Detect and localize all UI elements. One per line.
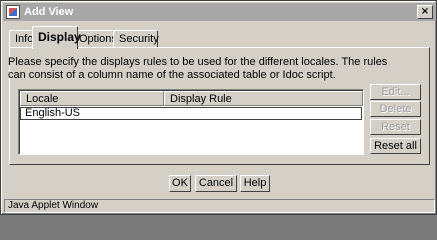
description-text: Please specify the displays rules to be … xyxy=(8,56,388,81)
column-header-display-rule[interactable]: Display Rule xyxy=(164,91,363,106)
status-bar: Java Applet Window xyxy=(4,199,435,213)
edit-button[interactable]: Edit... xyxy=(370,84,421,100)
close-button[interactable]: × xyxy=(417,5,433,19)
column-header-locale[interactable]: Locale xyxy=(20,91,164,106)
add-view-dialog: Add View × Info Display Options Security… xyxy=(0,0,437,215)
tab-info[interactable]: Info xyxy=(9,30,33,48)
window-title: Add View xyxy=(24,6,74,18)
cell-locale: English-US xyxy=(25,107,81,119)
tab-security[interactable]: Security xyxy=(113,30,159,48)
cancel-button[interactable]: Cancel xyxy=(195,175,237,192)
delete-button[interactable]: Delete xyxy=(370,101,421,117)
ok-button[interactable]: OK xyxy=(169,175,191,192)
table-header: Locale Display Rule xyxy=(20,91,363,106)
title-bar[interactable]: Add View × xyxy=(3,3,436,21)
reset-all-button[interactable]: Reset all xyxy=(370,138,421,154)
cell-display-rule xyxy=(164,108,361,119)
help-button[interactable]: Help xyxy=(240,175,270,192)
reset-button[interactable]: Reset xyxy=(370,119,421,135)
tab-display[interactable]: Display xyxy=(32,26,81,49)
app-icon xyxy=(6,5,20,19)
locale-rules-table: Locale Display Rule English-US xyxy=(18,89,364,155)
table-row[interactable]: English-US xyxy=(20,107,362,120)
